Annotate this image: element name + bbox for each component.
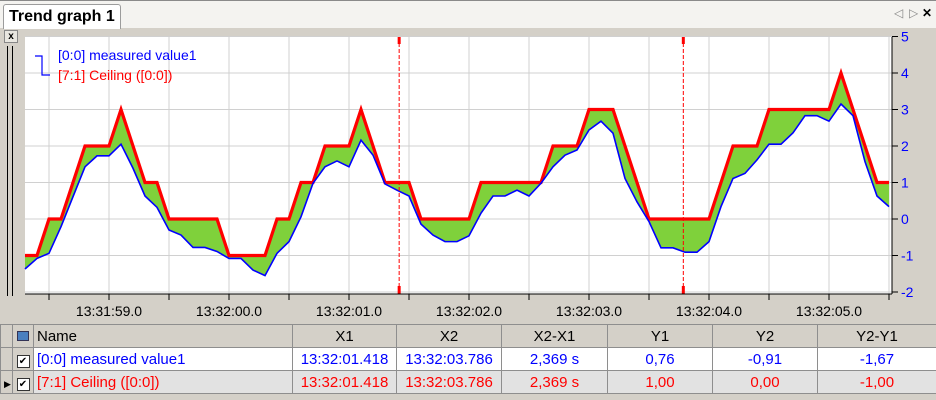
series-name: [7:1] Ceiling ([0:0]) — [33, 370, 293, 394]
cursor-handle-bottom — [397, 286, 401, 294]
x-tick-label: 13:32:00.0 — [196, 303, 262, 319]
visibility-checkbox[interactable]: ✔ — [12, 347, 34, 371]
y-tick-label: 4 — [901, 65, 909, 81]
visibility-checkbox[interactable]: ✔ — [12, 370, 34, 394]
legend-entry: [7:1] Ceiling ([0:0]) — [58, 67, 172, 83]
trend-chart[interactable]: 13:31:59.0 13:32:00.0 13:32:01.0 13:32:02.0… — [0, 0, 936, 322]
x-tick-label: 13:32:01.0 — [316, 303, 382, 319]
y1-value: 0,76 — [607, 347, 713, 371]
x-tick-label: 13:32:05.0 — [796, 303, 862, 319]
col-x2-x1[interactable]: X2-X1 — [501, 324, 608, 348]
x-tick-label: 13:32:03.0 — [556, 303, 622, 319]
col-name[interactable]: Name — [33, 324, 293, 348]
col-y1[interactable]: Y1 — [607, 324, 713, 348]
y-tick-label: -1 — [901, 248, 914, 264]
x1-value: 13:32:01.418 — [292, 347, 397, 371]
dx-value: 2,369 s — [501, 347, 608, 371]
table-row[interactable]: ▶ ✔ [7:1] Ceiling ([0:0]) 13:32:01.418 1… — [0, 370, 936, 394]
col-x1[interactable]: X1 — [292, 324, 397, 348]
cursor-handle-bottom — [681, 286, 685, 294]
legend-entry: [0:0] measured value1 — [58, 47, 197, 63]
y-tick-label: 0 — [901, 211, 909, 227]
y1-value: 1,00 — [607, 370, 713, 394]
row-indicator-header — [0, 324, 13, 348]
check-icon: ✔ — [16, 377, 30, 391]
table-header: Name X1 X2 X2-X1 Y1 Y2 Y2-Y1 — [0, 324, 936, 348]
y2-value: 0,00 — [712, 370, 818, 394]
x2-value: 13:32:03.786 — [396, 370, 502, 394]
y2-value: -0,91 — [712, 347, 818, 371]
table-row[interactable]: ✔ [0:0] measured value1 13:32:01.418 13:… — [0, 347, 936, 371]
check-icon: ✔ — [16, 354, 30, 368]
dy-value: -1,00 — [817, 370, 936, 394]
col-y2-y1[interactable]: Y2-Y1 — [817, 324, 936, 348]
cursor-handle-top — [681, 37, 685, 44]
x1-value: 13:32:01.418 — [292, 370, 397, 394]
x2-value: 13:32:03.786 — [396, 347, 502, 371]
col-x2[interactable]: X2 — [396, 324, 502, 348]
row-indicator — [0, 347, 13, 371]
y-tick-label: -2 — [901, 284, 914, 300]
y-tick-label: 5 — [901, 29, 909, 45]
dy-value: -1,67 — [817, 347, 936, 371]
current-row-indicator-icon: ▶ — [0, 370, 13, 394]
series-name: [0:0] measured value1 — [33, 347, 293, 371]
cursor-handle-top — [397, 37, 401, 44]
x-tick-label: 13:32:02.0 — [436, 303, 502, 319]
y-tick-label: 3 — [901, 102, 909, 118]
x-tick-label: 13:31:59.0 — [76, 303, 142, 319]
y-tick-label: 2 — [901, 138, 909, 154]
cursor-table: Name X1 X2 X2-X1 Y1 Y2 Y2-Y1 ✔ [0:0] mea… — [0, 324, 936, 394]
col-y2[interactable]: Y2 — [712, 324, 818, 348]
x-tick-label: 13:32:04.0 — [676, 303, 742, 319]
y-tick-label: 1 — [901, 175, 909, 191]
dx-value: 2,369 s — [501, 370, 608, 394]
visibility-header-icon[interactable] — [12, 324, 34, 348]
